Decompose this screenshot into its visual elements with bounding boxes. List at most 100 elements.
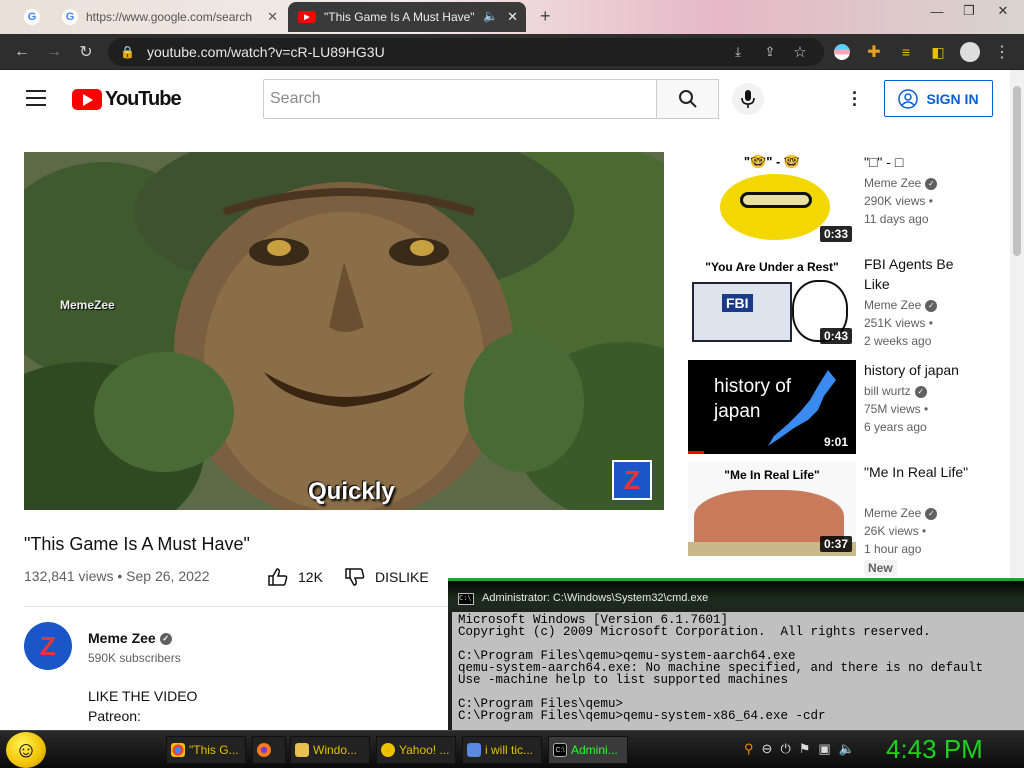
recommendation-age: 6 years ago <box>864 420 927 434</box>
reload-icon[interactable]: ↻ <box>76 42 96 62</box>
extensions-puzzle-icon[interactable]: ✚ <box>864 42 884 62</box>
recommendation-thumbnail[interactable]: "Me In Real Life" 0:37 <box>688 462 856 556</box>
taskbar-item-explorer[interactable]: Windo... <box>290 736 370 764</box>
verified-check-icon: ✓ <box>914 385 927 398</box>
network-icon[interactable]: ▣ <box>818 741 830 761</box>
recommendation-channel[interactable]: Meme Zee ✓ <box>864 176 938 190</box>
back-icon[interactable]: ← <box>12 42 32 62</box>
search-icon[interactable]: ⚲ <box>744 741 754 761</box>
verified-check-icon: ✓ <box>925 299 938 312</box>
tab-pinned-google[interactable]: G <box>14 2 52 32</box>
google-icon: G <box>62 9 78 25</box>
media-queue-icon[interactable]: ≡ <box>896 42 916 62</box>
recommendation-title[interactable]: "Me In Real Life" <box>864 462 974 482</box>
scrollbar-thumb[interactable] <box>1013 86 1021 256</box>
close-tab-icon[interactable]: ✕ <box>507 9 518 25</box>
video-watermark: MemeZee <box>60 298 115 312</box>
thumbs-down-icon <box>345 568 365 586</box>
taskbar-label: Windo... <box>313 743 358 757</box>
minus-circle-icon[interactable]: ⊖ <box>762 741 773 761</box>
taskbar-item-firefox[interactable] <box>252 736 286 764</box>
recommendation-title[interactable]: FBI Agents Be Like <box>864 254 974 294</box>
recommendation-thumbnail[interactable]: history of japan 9:01 <box>688 360 856 454</box>
tab-youtube[interactable]: ▶ "This Game Is A Must Have" 🔈 ✕ <box>288 2 526 32</box>
cmd-title: Administrator: C:\Windows\System32\cmd.e… <box>482 592 709 604</box>
sign-in-button[interactable]: SIGN IN <box>884 80 993 117</box>
share-icon[interactable]: ⇪ <box>760 42 780 62</box>
cmd-icon: C:\ <box>458 593 474 605</box>
install-icon[interactable]: ⤓ <box>728 42 748 62</box>
sign-in-label: SIGN IN <box>926 90 979 107</box>
tab-google-search[interactable]: G https://www.google.com/search ✕ <box>52 2 286 32</box>
video-player[interactable]: MemeZee Quickly Z <box>24 152 664 510</box>
taskbar-item-yahoo[interactable]: ☻ Yahoo! ... <box>376 736 456 764</box>
tab-label: https://www.google.com/search <box>86 10 253 24</box>
taskbar-item-cmd[interactable]: C:\ Admini... <box>548 736 628 764</box>
video-duration: 0:33 <box>819 226 852 242</box>
recommendation-item[interactable]: "Me In Real Life" 0:37 "Me In Real Life"… <box>688 462 1008 576</box>
extension-flag-icon[interactable] <box>832 42 852 62</box>
taskbar-item-chrome[interactable]: "This G... <box>166 736 246 764</box>
profile-avatar-icon[interactable] <box>960 42 980 62</box>
taskbar-item-window[interactable]: i will tic... <box>462 736 542 764</box>
like-button[interactable]: 12K <box>268 568 323 586</box>
start-button-smiley-icon[interactable]: ☺ <box>6 732 46 768</box>
cmd-window[interactable]: C:\ Administrator: C:\Windows\System32\c… <box>448 578 1024 730</box>
forward-icon[interactable]: → <box>44 42 64 62</box>
recommendation-item[interactable]: "You Are Under a Rest" FBI 0:43 FBI Agen… <box>688 254 1008 348</box>
recommendation-title[interactable]: history of japan <box>864 360 984 380</box>
settings-kebab-icon[interactable]: · · · <box>852 84 858 114</box>
divider <box>24 606 454 607</box>
youtube-logo[interactable]: YouTube <box>72 88 182 111</box>
voice-search-button[interactable] <box>732 83 764 115</box>
taskbar-label: "This G... <box>189 743 239 757</box>
speaker-icon[interactable]: 🔈 <box>483 9 498 23</box>
channel-name[interactable]: Meme Zee ✓ <box>88 630 172 646</box>
side-panel-icon[interactable]: ◧ <box>928 42 948 62</box>
close-window-icon[interactable]: ✕ <box>986 0 1020 22</box>
recommendation-channel[interactable]: Meme Zee ✓ <box>864 298 938 312</box>
address-bar[interactable]: 🔒 youtube.com/watch?v=cR-LU89HG3U <box>108 38 824 66</box>
watch-progress-bar <box>688 451 704 454</box>
dislike-button[interactable]: DISLIKE <box>345 568 429 586</box>
system-tray: ⚲ ⊖ ⏻ ⚑ ▣ 🔈 <box>744 741 855 761</box>
search-input[interactable]: Search <box>263 79 657 119</box>
recommendation-channel[interactable]: Meme Zee ✓ <box>864 506 938 520</box>
taskbar-clock[interactable]: 4:43 PM <box>886 734 983 765</box>
recommendation-channel[interactable]: bill wurtz ✓ <box>864 384 927 398</box>
flag-icon[interactable]: ⚑ <box>799 741 811 761</box>
verified-check-icon: ✓ <box>159 633 172 646</box>
channel-name-text: Meme Zee <box>864 298 922 312</box>
taskbar-label: Admini... <box>571 743 618 757</box>
hamburger-menu-icon[interactable] <box>26 90 46 106</box>
power-icon[interactable]: ⏻ <box>780 741 790 761</box>
browser-menu-icon[interactable]: ⋮ <box>992 42 1012 62</box>
restore-icon[interactable]: ❐ <box>952 0 986 22</box>
recommendation-thumbnail[interactable]: "🤓" - 🤓 0:33 <box>688 152 856 246</box>
url-text: youtube.com/watch?v=cR-LU89HG3U <box>146 44 385 60</box>
like-count: 12K <box>298 569 323 585</box>
channel-watermark-logo[interactable]: Z <box>612 460 652 500</box>
page-scrollbar[interactable] <box>1010 70 1024 590</box>
channel-name-text: Meme Zee <box>864 506 922 520</box>
recommendation-age: 11 days ago <box>864 212 929 226</box>
google-icon: G <box>24 9 40 25</box>
close-tab-icon[interactable]: ✕ <box>267 9 278 25</box>
recommendation-title[interactable]: "□" - □ <box>864 152 974 172</box>
cmd-console-output[interactable]: Microsoft Windows [Version 6.1.7601] Cop… <box>452 612 1024 730</box>
recommendation-age: 2 weeks ago <box>864 334 932 348</box>
description-line: LIKE THE VIDEO <box>88 688 198 704</box>
recommendation-thumbnail[interactable]: "You Are Under a Rest" FBI 0:43 <box>688 254 856 348</box>
channel-avatar[interactable]: Z <box>24 622 72 670</box>
cmd-titlebar[interactable]: C:\ Administrator: C:\Windows\System32\c… <box>448 578 1024 612</box>
new-tab-button[interactable]: + <box>540 6 551 27</box>
volume-icon[interactable]: 🔈 <box>839 741 855 761</box>
video-frame-tree-face <box>24 152 664 510</box>
thumbnail-text: "🤓" - 🤓 <box>743 154 801 169</box>
recommendation-item[interactable]: "🤓" - 🤓 0:33 "□" - □ Meme Zee ✓ 290K view… <box>688 152 1008 246</box>
bookmark-star-icon[interactable]: ☆ <box>790 42 810 62</box>
search-button[interactable] <box>656 79 719 119</box>
recommendation-age: 1 hour ago <box>864 542 922 556</box>
recommendation-item[interactable]: history of japan 9:01 history of japan b… <box>688 360 1008 454</box>
minimize-icon[interactable]: — <box>920 0 954 22</box>
